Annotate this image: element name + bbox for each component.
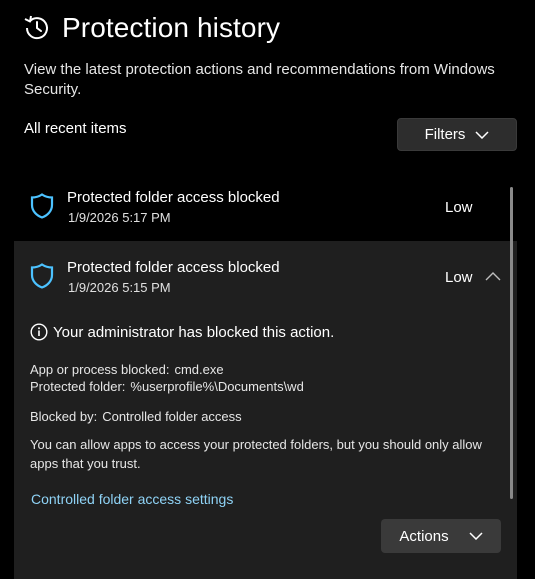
chevron-down-icon xyxy=(475,130,489,139)
blocked-by-row: Blocked by: Controlled folder access xyxy=(30,408,242,425)
page-header: Protection history xyxy=(22,12,280,44)
shield-icon xyxy=(30,263,54,289)
history-icon xyxy=(24,15,48,40)
page-title: Protection history xyxy=(62,12,281,43)
description-text: You can allow apps to access your protec… xyxy=(30,437,482,471)
chevron-up-icon[interactable] xyxy=(485,272,501,281)
recent-items-label: All recent items xyxy=(24,120,127,137)
severity-label: Low xyxy=(445,269,473,286)
blocked-by-label: Blocked by: xyxy=(30,409,98,424)
app-blocked-label: App or process blocked: xyxy=(30,362,170,377)
app-blocked-row: App or process blocked: cmd.exe xyxy=(30,361,224,378)
admin-message-text: Your administrator has blocked this acti… xyxy=(53,323,335,341)
protected-folder-label: Protected folder: xyxy=(30,379,126,394)
shield-icon xyxy=(30,193,54,219)
list-scrollbar[interactable] xyxy=(510,187,513,499)
admin-message: Your administrator has blocked this acti… xyxy=(30,323,334,341)
actions-button-label: Actions xyxy=(399,527,449,545)
protected-folder-row: Protected folder: %userprofile%\Documents… xyxy=(30,378,304,395)
filters-button-label: Filters xyxy=(424,126,466,143)
app-blocked-value: cmd.exe xyxy=(174,362,224,377)
actions-button[interactable]: Actions xyxy=(381,519,501,553)
controlled-folder-access-settings-link[interactable]: Controlled folder access settings xyxy=(31,491,233,507)
filters-button[interactable]: Filters xyxy=(397,118,517,151)
history-item-expanded: Protected folder access blocked 1/9/2026… xyxy=(14,241,517,579)
history-item-date: 1/9/2026 5:17 PM xyxy=(68,210,171,225)
protected-folder-value: %userprofile%\Documents\wd xyxy=(130,379,304,394)
history-item-title: Protected folder access blocked xyxy=(67,189,280,206)
severity-label: Low xyxy=(445,199,473,216)
info-icon xyxy=(30,323,48,341)
history-item-title: Protected folder access blocked xyxy=(67,259,280,276)
page-subtitle: View the latest protection actions and r… xyxy=(24,61,495,98)
history-item[interactable]: Protected folder access blocked 1/9/2026… xyxy=(14,172,517,240)
chevron-down-icon xyxy=(469,532,483,540)
blocked-by-value: Controlled folder access xyxy=(102,409,242,424)
history-item-date: 1/9/2026 5:15 PM xyxy=(68,280,171,295)
